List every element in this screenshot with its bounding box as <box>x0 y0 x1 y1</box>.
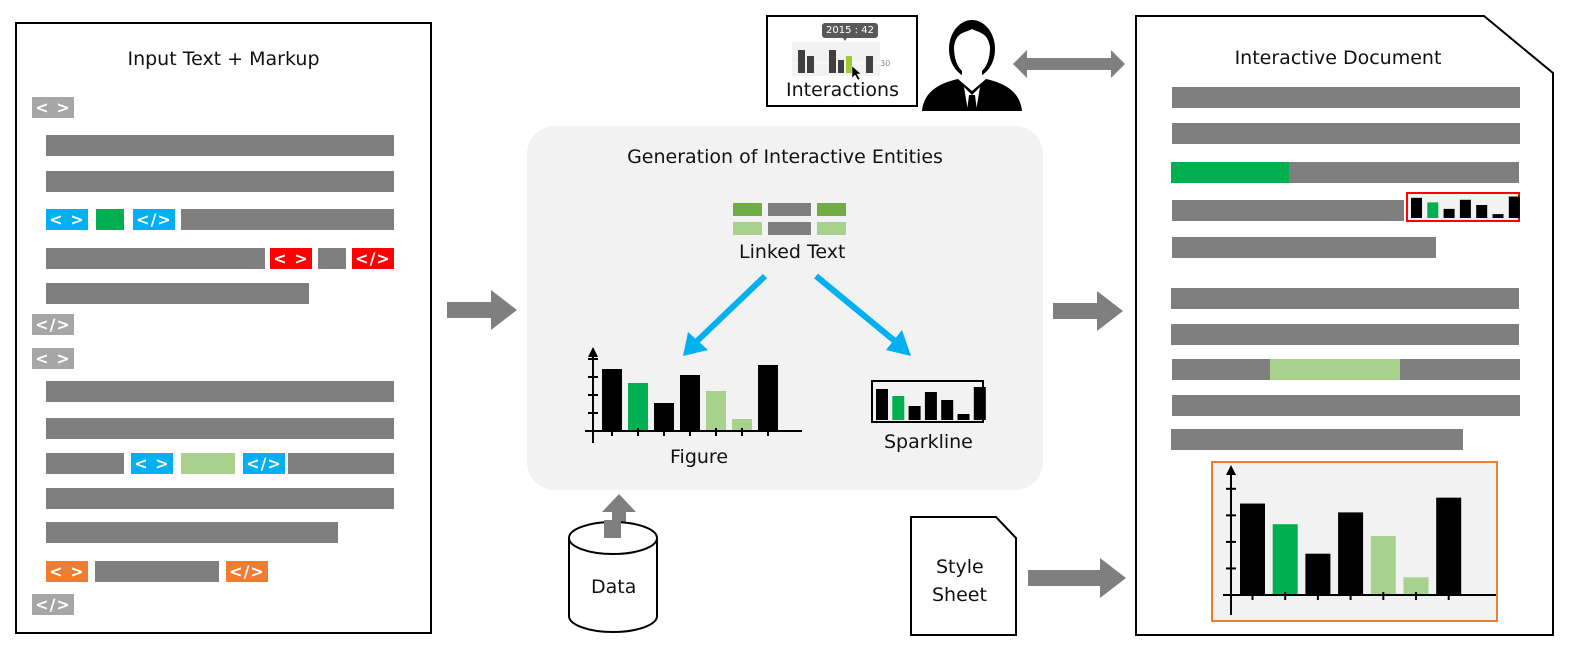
user-avatar-icon <box>922 20 1022 111</box>
text-line <box>46 488 394 509</box>
bar-4 <box>1338 512 1364 595</box>
text-line <box>46 171 394 192</box>
sparkline-bar-7 <box>1508 196 1520 218</box>
open-tag-gray: < > <box>32 97 74 118</box>
sparkline-bar-7 <box>973 387 986 420</box>
linked-text-light-green <box>181 453 235 474</box>
text-line <box>46 283 309 304</box>
double-arrow-icon <box>1013 50 1125 78</box>
close-tag-gray: </> <box>32 314 74 335</box>
text-line <box>288 453 394 474</box>
text-line <box>1172 123 1520 144</box>
text-line <box>46 522 338 543</box>
interactions-mini-chart <box>792 38 880 81</box>
text-line <box>46 135 394 156</box>
text-line <box>46 453 124 474</box>
figure-label: Figure <box>670 446 729 468</box>
bar-7 <box>1436 497 1462 595</box>
sparkline-chart <box>871 380 986 423</box>
sparkline-text <box>318 248 346 269</box>
text-line <box>181 209 394 230</box>
bar-5 <box>706 391 726 431</box>
sparkline-bar-2 <box>892 396 905 420</box>
sparkline-bar-3 <box>908 406 921 420</box>
interactions-tooltip: 2015 : 42 <box>822 23 878 38</box>
sparkline-bar-6 <box>1492 214 1504 218</box>
text-line <box>1172 200 1404 221</box>
arrow-right-icon <box>1028 558 1126 598</box>
open-tag-blue: < > <box>131 453 173 474</box>
bar-1 <box>1240 503 1265 595</box>
text-line <box>46 248 265 269</box>
arrow-right-icon <box>447 290 517 330</box>
sparkline-bar-5 <box>1476 205 1488 218</box>
bar-2 <box>628 383 648 431</box>
linked-text-dark-green <box>96 209 124 230</box>
linked-text-label: Linked Text <box>739 241 846 263</box>
text-line <box>1172 87 1520 108</box>
bar-3 <box>1305 553 1331 595</box>
bar-3 <box>654 403 674 431</box>
sparkline-label: Sparkline <box>884 431 973 453</box>
style-sheet-label-line1: Style <box>936 556 984 578</box>
style-sheet-label-line2: Sheet <box>932 584 987 606</box>
data-label: Data <box>591 576 637 598</box>
figure-text <box>95 561 219 582</box>
y-axis-arrow <box>1226 465 1236 475</box>
text-line <box>1171 324 1519 345</box>
sparkline-bar-6 <box>957 414 970 420</box>
bar-2 <box>1272 524 1298 595</box>
y-axis-arrow <box>588 347 598 357</box>
sparkline-bar-4 <box>1459 199 1471 218</box>
text-line <box>1172 395 1520 416</box>
interactions-label: Interactions <box>786 79 899 101</box>
sparkline-bar-2 <box>1427 202 1439 218</box>
sparkline-bar-4 <box>924 392 937 420</box>
sparkline-bar-5 <box>941 400 954 420</box>
embedded-figure-chart[interactable] <box>1220 465 1508 620</box>
close-tag-blue: </> <box>133 209 175 230</box>
linked-text-dark-green-highlight[interactable] <box>1171 162 1289 183</box>
bar-4 <box>680 375 700 431</box>
input-panel-title: Input Text + Markup <box>127 48 320 70</box>
text-line <box>46 381 394 402</box>
text-line <box>1172 237 1436 258</box>
bar-1 <box>602 369 622 431</box>
bar-5 <box>1370 536 1396 595</box>
sparkline-bar-1 <box>876 389 888 420</box>
figure-chart <box>585 347 802 443</box>
arrow-right-icon <box>1053 291 1123 331</box>
close-tag-gray: </> <box>32 594 74 615</box>
open-tag-gray: < > <box>32 348 74 369</box>
bar-7 <box>758 365 778 431</box>
sparkline-bar-1 <box>1411 197 1422 218</box>
inline-sparkline[interactable] <box>1406 192 1520 222</box>
sparkline-bar-3 <box>1443 208 1455 218</box>
text-line <box>1171 429 1463 450</box>
text-line <box>1171 288 1519 309</box>
close-tag-orange: </> <box>226 561 268 582</box>
arrow-to-sparkline-icon <box>814 273 911 356</box>
linked-text-light-green-highlight[interactable] <box>1270 359 1400 380</box>
open-tag-red: < > <box>270 248 312 269</box>
text-line <box>46 418 394 439</box>
generation-panel-title: Generation of Interactive Entities <box>627 146 943 168</box>
output-panel-title: Interactive Document <box>1234 47 1442 69</box>
open-tag-orange: < > <box>46 561 88 582</box>
close-tag-blue: </> <box>243 453 285 474</box>
close-tag-red: </> <box>352 248 394 269</box>
interactions-axis-value: 30 <box>880 59 891 68</box>
open-tag-blue: < > <box>46 209 88 230</box>
